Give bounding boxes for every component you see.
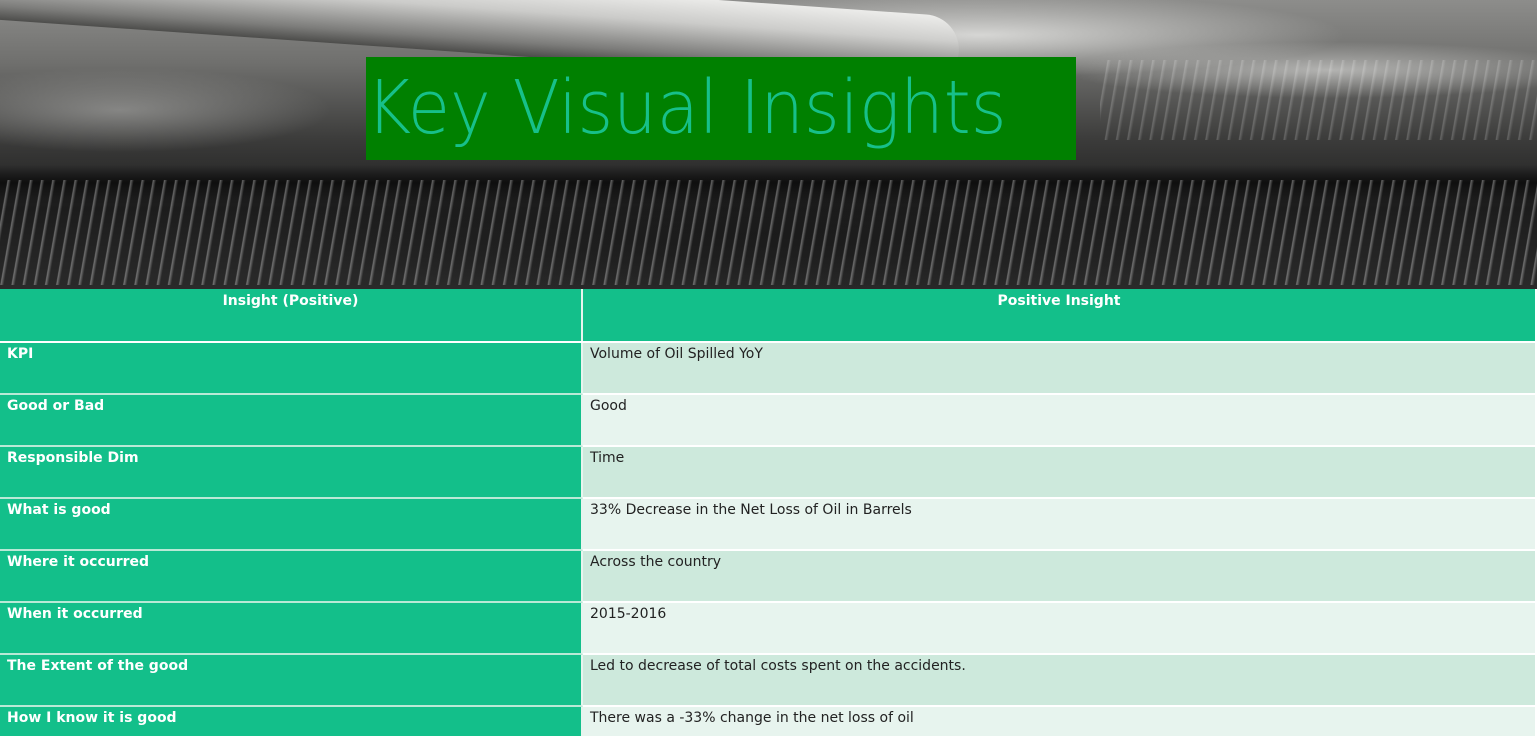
table-row: How I know it is good There was a -33% c… xyxy=(0,707,1537,736)
table-row: Good or Bad Good xyxy=(0,395,1537,447)
row-label: When it occurred xyxy=(0,603,583,655)
table-header-row: Insight (Positive) Positive Insight xyxy=(0,289,1537,343)
row-value: Good xyxy=(583,395,1535,447)
row-value: 2015-2016 xyxy=(583,603,1535,655)
oil-spill-background-image: Key Visual Insights xyxy=(0,0,1537,289)
row-label: Responsible Dim xyxy=(0,447,583,499)
water-ripples xyxy=(0,180,1537,285)
row-value: Across the country xyxy=(583,551,1535,603)
row-value: Led to decrease of total costs spent on … xyxy=(583,655,1535,707)
row-label: Where it occurred xyxy=(0,551,583,603)
row-label: KPI xyxy=(0,343,583,395)
header-cell-insight: Insight (Positive) xyxy=(0,289,583,341)
row-label: How I know it is good xyxy=(0,707,583,736)
header-cell-positive-insight: Positive Insight xyxy=(583,289,1535,341)
slide-title: Key Visual Insights xyxy=(366,57,1076,160)
row-value: Time xyxy=(583,447,1535,499)
row-label: The Extent of the good xyxy=(0,655,583,707)
row-value: 33% Decrease in the Net Loss of Oil in B… xyxy=(583,499,1535,551)
insights-table: Insight (Positive) Positive Insight KPI … xyxy=(0,289,1537,736)
table-row: What is good 33% Decrease in the Net Los… xyxy=(0,499,1537,551)
table-row: Where it occurred Across the country xyxy=(0,551,1537,603)
row-value: There was a -33% change in the net loss … xyxy=(583,707,1535,736)
slide: Key Visual Insights Insight (Positive) P… xyxy=(0,0,1537,736)
row-label: Good or Bad xyxy=(0,395,583,447)
row-label: What is good xyxy=(0,499,583,551)
row-value: Volume of Oil Spilled YoY xyxy=(583,343,1535,395)
table-row: The Extent of the good Led to decrease o… xyxy=(0,655,1537,707)
water-ripples-top xyxy=(1100,60,1537,140)
table-row: When it occurred 2015-2016 xyxy=(0,603,1537,655)
table-row: KPI Volume of Oil Spilled YoY xyxy=(0,343,1537,395)
table-row: Responsible Dim Time xyxy=(0,447,1537,499)
